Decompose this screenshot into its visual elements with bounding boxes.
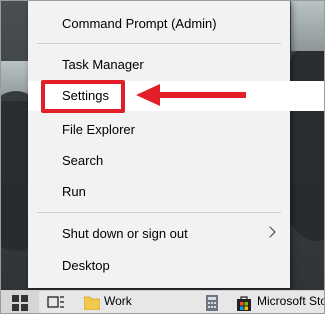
taskbar: Work Microsoft Sto xyxy=(1,290,325,313)
store-bag-icon xyxy=(237,296,251,311)
menu-separator xyxy=(37,43,281,44)
menu-item-label: Desktop xyxy=(62,258,110,273)
menu-separator xyxy=(37,212,281,213)
menu-item-label: Task Manager xyxy=(62,57,144,72)
menu-item-command-prompt-admin[interactable]: Command Prompt (Admin) xyxy=(28,9,290,39)
screenshot-frame: Command Prompt (Admin) Task Manager Sett… xyxy=(0,0,325,314)
taskbar-item-label: Microsoft Sto xyxy=(257,294,325,308)
chevron-right-icon xyxy=(264,226,276,238)
menu-item-label: File Explorer xyxy=(62,122,135,137)
menu-item-file-explorer[interactable]: File Explorer xyxy=(28,115,290,145)
folder-icon xyxy=(84,296,100,310)
calculator-icon xyxy=(206,295,218,311)
menu-item-desktop[interactable]: Desktop xyxy=(28,251,290,281)
pointer-arrow-icon xyxy=(136,84,246,106)
menu-item-run[interactable]: Run xyxy=(28,177,290,207)
menu-item-label: Shut down or sign out xyxy=(62,226,188,241)
menu-item-task-manager[interactable]: Task Manager xyxy=(28,50,290,80)
menu-item-shut-down-or-sign-out[interactable]: Shut down or sign out xyxy=(28,219,290,249)
menu-item-label: Search xyxy=(62,153,104,168)
taskbar-item-label: Work xyxy=(104,294,132,308)
taskbar-item-work[interactable]: Work xyxy=(81,291,191,313)
windows-logo-icon xyxy=(12,295,28,311)
power-user-menu: Command Prompt (Admin) Task Manager Sett… xyxy=(28,1,324,288)
taskbar-item-microsoft-store[interactable]: Microsoft Sto xyxy=(233,291,325,313)
task-view-icon xyxy=(47,296,64,308)
background-sky-patch xyxy=(291,1,324,51)
task-view-button[interactable] xyxy=(41,291,71,313)
menu-item-search[interactable]: Search xyxy=(28,146,290,176)
settings-highlight-box xyxy=(41,80,125,113)
start-button[interactable] xyxy=(1,291,39,313)
taskbar-item-calculator[interactable] xyxy=(201,291,225,313)
menu-item-label: Run xyxy=(62,184,86,199)
menu-item-label: Command Prompt (Admin) xyxy=(62,16,217,31)
